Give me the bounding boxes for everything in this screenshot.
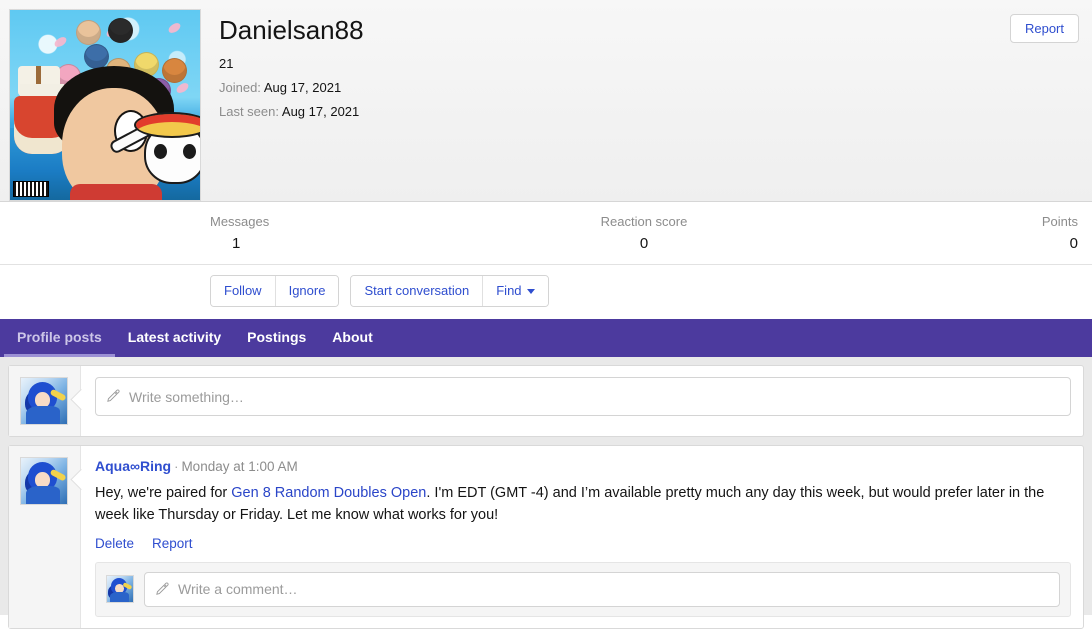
profile-avatar[interactable]	[9, 9, 201, 201]
crew-portrait-icon	[84, 44, 109, 69]
chevron-down-icon	[527, 289, 535, 294]
crew-portrait-icon	[76, 20, 101, 45]
crew-portrait-icon	[162, 58, 187, 83]
follow-button[interactable]: Follow	[211, 276, 276, 306]
stat-label: Points	[789, 214, 1078, 229]
comment-composer-row: Write a comment…	[95, 562, 1071, 617]
stat-value: 0	[789, 235, 1078, 252]
avatar-body	[110, 592, 129, 602]
profile-last-seen: Last seen: Aug 17, 2021	[219, 104, 1083, 119]
avatar-body	[26, 486, 60, 504]
pencil-icon	[155, 582, 170, 597]
profile-stats: Messages 1 Reaction score 0 Points 0	[0, 202, 1092, 265]
post-main: Aqua∞Ring·Monday at 1:00 AM Hey, we're p…	[81, 446, 1083, 627]
conversation-find-group: Start conversation Find	[350, 275, 548, 307]
tab-profile-posts[interactable]: Profile posts	[4, 319, 115, 357]
profile-tabs: Profile posts Latest activity Postings A…	[0, 319, 1092, 357]
barcode-icon	[13, 181, 49, 197]
profile-header: Danielsan88 21 Joined: Aug 17, 2021 Last…	[0, 0, 1092, 202]
avatar-body	[26, 406, 60, 424]
crew-portrait-icon	[108, 18, 133, 43]
report-post-link[interactable]: Report	[152, 536, 193, 551]
post-header: Aqua∞Ring·Monday at 1:00 AM	[95, 457, 1071, 476]
straw-hat-icon	[134, 112, 201, 138]
composer-gutter	[9, 366, 81, 436]
ship-mast	[36, 66, 41, 100]
write-comment-input[interactable]: Write a comment…	[144, 572, 1060, 607]
last-seen-value: Aug 17, 2021	[282, 104, 359, 119]
stat-reaction-score: Reaction score 0	[499, 214, 788, 252]
post-body: Hey, we're paired for Gen 8 Random Doubl…	[95, 483, 1071, 527]
post-text-before-link: Hey, we're paired for	[95, 485, 231, 501]
last-seen-label: Last seen:	[219, 104, 279, 119]
tab-postings[interactable]: Postings	[234, 319, 319, 357]
tab-latest-activity[interactable]: Latest activity	[115, 319, 234, 357]
post-separator: ·	[174, 459, 178, 474]
pencil-icon	[106, 389, 121, 404]
post-actions: Delete Report	[95, 536, 1071, 551]
stat-label: Reaction score	[499, 214, 788, 229]
post-gutter	[9, 446, 81, 627]
joined-label: Joined:	[219, 80, 261, 95]
find-dropdown-button[interactable]: Find	[483, 276, 547, 306]
current-user-avatar[interactable]	[20, 377, 68, 425]
post-inline-link[interactable]: Gen 8 Random Doubles Open	[231, 485, 426, 501]
comment-placeholder: Write a comment…	[178, 582, 298, 596]
write-something-input[interactable]: Write something…	[95, 377, 1071, 416]
stat-points: Points 0	[789, 214, 1078, 252]
profile-info: Danielsan88 21 Joined: Aug 17, 2021 Last…	[201, 9, 1083, 201]
stat-value: 0	[499, 235, 788, 252]
profile-post-card: Aqua∞Ring·Monday at 1:00 AM Hey, we're p…	[8, 445, 1084, 628]
find-label: Find	[496, 283, 521, 298]
ignore-button[interactable]: Ignore	[276, 276, 339, 306]
post-author-avatar[interactable]	[20, 457, 68, 505]
profile-age: 21	[219, 56, 1083, 71]
profile-posts-panel: Write something… Aqua∞Ring·Monday at 1:0…	[0, 357, 1092, 615]
composer-main: Write something…	[81, 366, 1083, 436]
stat-messages: Messages 1	[210, 214, 499, 252]
follow-ignore-group: Follow Ignore	[210, 275, 339, 307]
profile-actions: Follow Ignore Start conversation Find	[0, 265, 1092, 319]
stat-label: Messages	[210, 214, 499, 229]
character-shirt	[70, 184, 162, 200]
composer-card: Write something…	[8, 365, 1084, 437]
post-author-link[interactable]: Aqua∞Ring	[95, 458, 171, 474]
comment-user-avatar[interactable]	[106, 575, 134, 603]
post-timestamp[interactable]: Monday at 1:00 AM	[181, 459, 297, 474]
joined-value: Aug 17, 2021	[264, 80, 341, 95]
page-title: Danielsan88	[219, 15, 1083, 46]
tab-about[interactable]: About	[319, 319, 385, 357]
stat-value: 1	[210, 235, 499, 252]
profile-joined: Joined: Aug 17, 2021	[219, 80, 1083, 95]
delete-post-link[interactable]: Delete	[95, 536, 134, 551]
start-conversation-button[interactable]: Start conversation	[351, 276, 483, 306]
composer-placeholder: Write something…	[129, 390, 244, 404]
report-profile-button[interactable]: Report	[1010, 14, 1079, 43]
